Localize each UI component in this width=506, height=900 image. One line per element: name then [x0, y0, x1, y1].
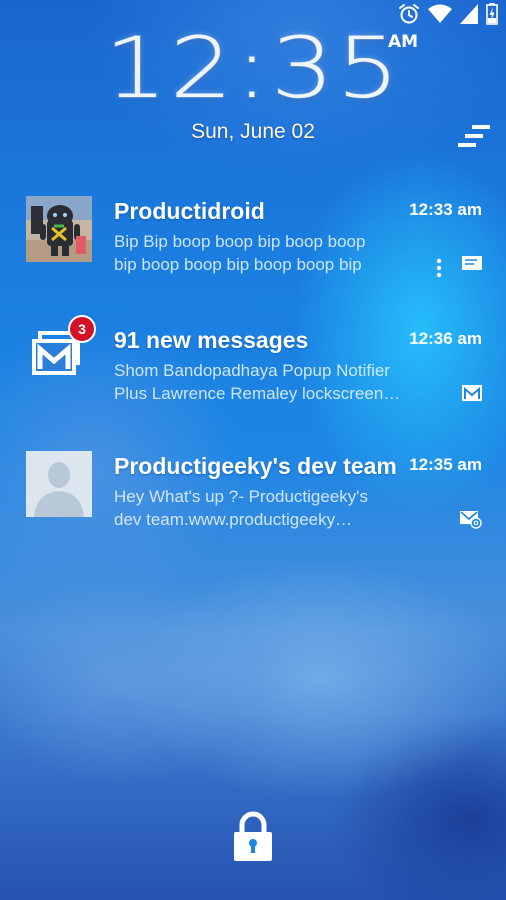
message-icon — [462, 256, 482, 270]
clock-ampm: AM — [388, 32, 419, 52]
lockscreen-clock: 12:35 AM — [0, 19, 506, 117]
gmail-avatar: 3 — [26, 315, 96, 391]
notification-time: 12:33 am — [409, 200, 482, 219]
notification-line: Plus Lawrence Remaley lockscreen… — [114, 384, 401, 403]
unread-count-badge: 3 — [68, 315, 96, 343]
notification-title: Productidroid — [114, 198, 265, 224]
status-bar — [386, 0, 506, 28]
default-contact-avatar — [26, 451, 92, 517]
notification-item[interactable]: Productidroid 12:33 am Bip Bip boop boop… — [0, 196, 506, 306]
notification-body: Hey What's up ?- Productigeeky's dev tea… — [114, 485, 444, 531]
notification-title: Productigeeky's dev team — [114, 453, 397, 479]
menu-stairs-icon[interactable] — [456, 125, 492, 149]
notification-body: Shom Bandopadhaya Popup Notifier Plus La… — [114, 359, 444, 405]
email-at-icon — [460, 511, 482, 529]
notification-line: Hey What's up ?- Productigeeky's — [114, 487, 369, 506]
notification-item[interactable]: Productigeeky's dev team 12:35 am Hey Wh… — [0, 451, 506, 561]
notification-time: 12:36 am — [409, 329, 482, 348]
wifi-icon — [428, 4, 452, 23]
clock-date: Sun, June 02 — [191, 120, 315, 143]
clock-time: 12:35 — [104, 19, 402, 117]
signal-icon — [460, 4, 478, 24]
notification-body: Bip Bip boop boop bip boop boop bip boop… — [114, 230, 444, 276]
notification-time: 12:35 am — [409, 455, 482, 474]
battery-charging-icon — [486, 3, 498, 25]
notification-line: dev team.www.productigeeky… — [114, 510, 353, 529]
android-figure-avatar — [26, 196, 92, 262]
notification-line: Shom Bandopadhaya Popup Notifier — [114, 361, 390, 380]
lock-icon[interactable] — [233, 810, 273, 862]
notification-item[interactable]: 3 91 new messages 12:36 am Shom Bandopad… — [0, 315, 506, 435]
gmail-icon — [462, 385, 482, 401]
notification-title: 91 new messages — [114, 327, 309, 353]
notification-line: Bip Bip boop boop bip boop boop — [114, 232, 366, 251]
notification-line: bip boop boop bip boop boop bip — [114, 255, 362, 274]
more-vertical-icon[interactable] — [436, 258, 442, 278]
